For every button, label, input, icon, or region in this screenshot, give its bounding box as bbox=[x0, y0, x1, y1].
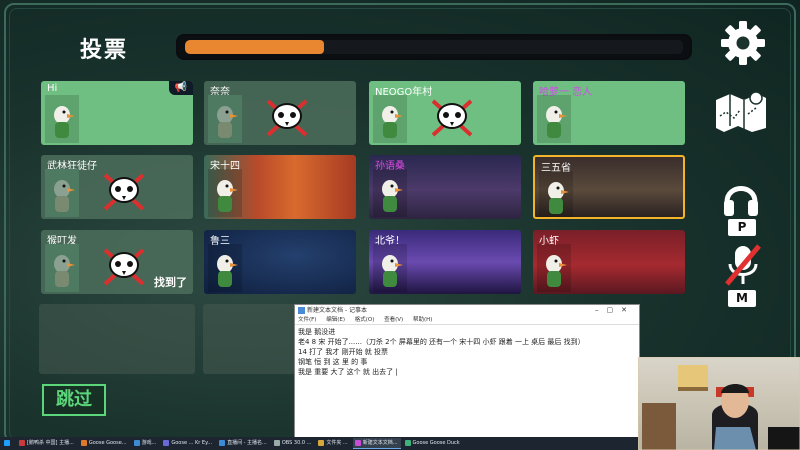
start-button[interactable] bbox=[2, 438, 15, 449]
taskbar-app-button[interactable]: Goose Goose... bbox=[79, 438, 130, 449]
dead-goose-avatar bbox=[45, 244, 79, 292]
player-card[interactable]: 孙语桑 bbox=[369, 155, 521, 219]
streamer-image bbox=[638, 357, 800, 450]
notepad-line: 老4 8 宋 开始了......（刀杀 2个 屏幕里的 还有一个 宋十四 小虾 … bbox=[298, 338, 585, 346]
vote-x-icon bbox=[103, 173, 145, 211]
goose-avatar bbox=[208, 169, 242, 217]
window-controls[interactable]: –▢✕ bbox=[595, 305, 635, 316]
vote-timer-bar bbox=[176, 34, 692, 60]
player-card[interactable]: 三五省 bbox=[533, 155, 685, 219]
player-card[interactable]: 小虾 bbox=[533, 230, 685, 294]
map-icon[interactable] bbox=[712, 86, 770, 134]
notepad-titlebar[interactable]: 新建文本文档 - 记事本 –▢✕ bbox=[295, 305, 639, 316]
taskbar-app-button[interactable]: 新建文本文档... bbox=[352, 438, 401, 449]
vote-x-icon bbox=[103, 248, 145, 286]
player-card[interactable]: 哈萝一 恋人 bbox=[533, 81, 685, 145]
goose-avatar bbox=[537, 244, 571, 292]
gear-icon[interactable] bbox=[718, 18, 768, 68]
webcam-overlay bbox=[638, 357, 800, 450]
gear-tooth bbox=[721, 39, 731, 47]
taskbar-app-button[interactable]: OBS 30.0 ... bbox=[272, 438, 315, 449]
notepad-line: 我是 鹅没进 bbox=[298, 328, 336, 336]
player-card[interactable]: 宋十四 bbox=[204, 155, 356, 219]
vote-timer-fill bbox=[185, 40, 325, 54]
goose-avatar bbox=[373, 95, 407, 143]
goose-avatar bbox=[373, 244, 407, 292]
player-card[interactable]: 武林狂徒仔 bbox=[41, 155, 193, 219]
player-card[interactable]: 奈奈 bbox=[204, 81, 356, 145]
menu-file[interactable]: 文件(F) bbox=[298, 317, 316, 323]
goose-avatar bbox=[45, 95, 79, 143]
empty-slot bbox=[203, 304, 295, 374]
goose-avatar bbox=[208, 244, 242, 292]
megaphone-icon: 📢 bbox=[169, 81, 193, 95]
notepad-line: 钢笔 恒 到 这 里 的 事 bbox=[298, 358, 368, 366]
menu-view[interactable]: 查看(V) bbox=[384, 317, 403, 323]
gear-tooth bbox=[739, 55, 747, 65]
notepad-icon bbox=[298, 307, 305, 314]
taskbar-app-button[interactable]: [鹅鸭杀 中国] 主播... bbox=[17, 438, 77, 449]
notepad-window[interactable]: 新建文本文档 - 记事本 –▢✕ 文件(F) 编辑(E) 格式(O) 查看(V)… bbox=[294, 304, 640, 438]
headphone-key-label: P bbox=[728, 219, 756, 236]
player-card[interactable]: NEOGO年村 bbox=[369, 81, 521, 145]
dead-goose-avatar bbox=[45, 169, 79, 217]
mic-key-label: M bbox=[728, 290, 756, 307]
notepad-text-area[interactable]: 我是 鹅没进 老4 8 宋 开始了......（刀杀 2个 屏幕里的 还有一个 … bbox=[295, 325, 639, 379]
player-card[interactable]: 北爷！ bbox=[369, 230, 521, 294]
taskbar-app-button[interactable]: 游戏... bbox=[132, 438, 160, 449]
player-card[interactable]: Hi 📢 bbox=[41, 81, 193, 145]
taskbar-app-button[interactable]: Goose ... Kr Ey... bbox=[161, 438, 215, 449]
menu-format[interactable]: 格式(O) bbox=[355, 317, 375, 323]
mic-muted-icon[interactable] bbox=[723, 242, 763, 288]
player-status-text: 找到了 bbox=[154, 276, 187, 289]
notepad-title: 新建文本文档 - 记事本 bbox=[307, 307, 367, 314]
empty-slot bbox=[39, 304, 195, 374]
notepad-line: 我是 重要 大了 这个 就 出去了 | bbox=[298, 368, 398, 376]
notepad-menu-bar: 文件(F) 编辑(E) 格式(O) 查看(V) 帮助(H) bbox=[295, 316, 639, 325]
taskbar: [鹅鸭杀 中国] 主播... Goose Goose... 游戏... Goose .… bbox=[0, 437, 638, 450]
goose-avatar bbox=[539, 171, 573, 217]
skip-vote-button[interactable]: 跳过 bbox=[42, 384, 106, 416]
taskbar-app-button[interactable]: Goose Goose Duck bbox=[403, 438, 463, 449]
dead-goose-avatar bbox=[208, 95, 242, 143]
vote-x-icon bbox=[431, 99, 473, 137]
player-card[interactable]: 鲁三 bbox=[204, 230, 356, 294]
headphone-icon[interactable] bbox=[721, 176, 761, 218]
taskbar-items: [鹅鸭杀 中国] 主播... Goose Goose... 游戏... Goose .… bbox=[15, 438, 463, 449]
page-title: 投票 bbox=[80, 38, 129, 63]
gear-tooth bbox=[755, 39, 765, 47]
vote-x-icon bbox=[266, 99, 308, 137]
taskbar-app-button[interactable]: 文件夹 ... bbox=[316, 438, 350, 449]
vote-timer-track bbox=[185, 40, 683, 54]
player-name: Hi bbox=[47, 83, 58, 94]
menu-edit[interactable]: 编辑(E) bbox=[326, 317, 345, 323]
goose-avatar bbox=[373, 169, 407, 217]
taskbar-app-button[interactable]: 直播间 - 主播名... bbox=[217, 438, 270, 449]
goose-avatar bbox=[537, 95, 571, 143]
gear-tooth bbox=[739, 21, 747, 31]
menu-help[interactable]: 帮助(H) bbox=[413, 317, 432, 323]
notepad-line: 14 打了 我才 刚开始 就 投票 bbox=[298, 348, 389, 356]
player-card[interactable]: 猴叮发 找到了 bbox=[41, 230, 193, 294]
